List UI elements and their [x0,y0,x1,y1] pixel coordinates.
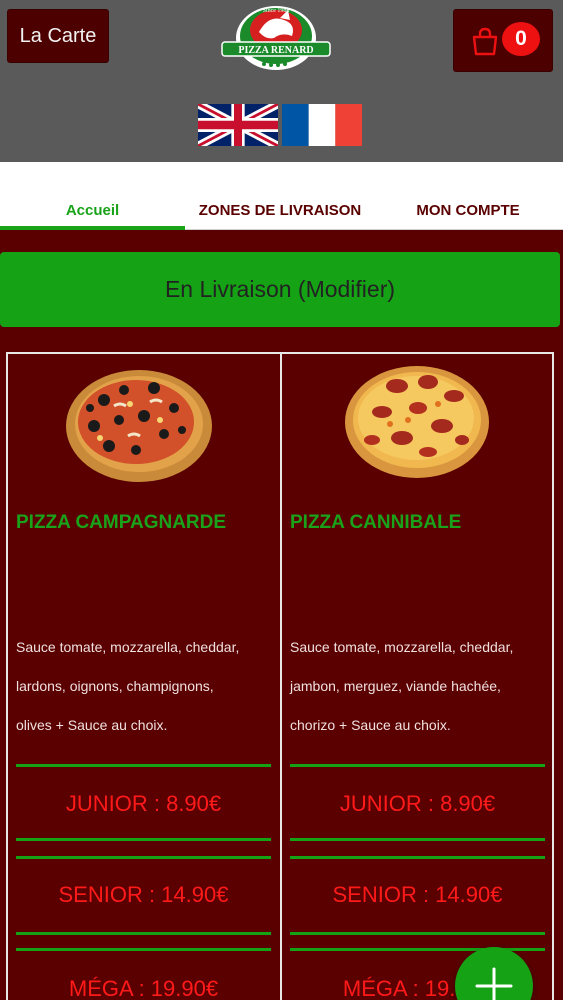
description-line: chorizo + Sauce au choix. [290,717,451,733]
price-senior[interactable]: SENIOR : 14.90€ [16,882,271,908]
price-separator [16,948,271,951]
description-line: Sauce tomate, mozzarella, cheddar, [290,639,514,655]
price-separator [290,764,545,767]
price-separator [16,838,271,841]
tab-mon-compte[interactable]: MON COMPTE [378,202,558,219]
description-line: olives + Sauce au choix. [16,717,168,733]
pizza-cannibale-image [345,366,489,478]
price-junior[interactable]: JUNIOR : 8.90€ [290,791,545,817]
product-name: PIZZA CANNIBALE [290,512,462,533]
shopping-bag-icon [472,27,498,56]
price-separator [16,856,271,859]
product-name: PIZZA CAMPAGNARDE [16,512,227,533]
price-separator [290,856,545,859]
price-separator [16,932,271,935]
main-content: En Livraison (Modifier) PIZZA CAMPAGNARD… [0,230,563,1000]
app-header: La Carte PIZZA RENARD Since 1988 0 [0,0,563,162]
delivery-mode-button[interactable]: En Livraison (Modifier) [0,252,560,327]
product-card[interactable]: PIZZA CANNIBALE Sauce tomate, mozzarella… [282,354,554,1000]
cart-button[interactable]: 0 [453,9,553,72]
product-description: Sauce tomate, mozzarella, cheddar, jambo… [290,628,550,745]
price-mega[interactable]: MÉGA : 19.90€ [16,976,271,1000]
logo-brand-text: PIZZA RENARD [238,45,313,56]
description-line: lardons, oignons, champignons, [16,678,214,694]
product-description: Sauce tomate, mozzarella, cheddar, lardo… [16,628,276,745]
pizza-campagnarde-image [66,370,212,482]
product-grid: PIZZA CAMPAGNARDE Sauce tomate, mozzarel… [6,352,554,1000]
price-separator [16,764,271,767]
cart-count-badge: 0 [502,22,540,56]
price-separator [290,838,545,841]
logo-since-text: Since 1988 [263,8,290,14]
france-flag-icon[interactable] [282,104,362,146]
pizza-renard-logo[interactable]: PIZZA RENARD Since 1988 [214,2,338,72]
menu-button[interactable]: La Carte [7,9,109,63]
price-separator [290,932,545,935]
add-fab-button[interactable] [455,947,533,1000]
price-senior[interactable]: SENIOR : 14.90€ [290,882,545,908]
product-card[interactable]: PIZZA CAMPAGNARDE Sauce tomate, mozzarel… [8,354,280,1000]
price-junior[interactable]: JUNIOR : 8.90€ [16,791,271,817]
tab-accueil[interactable]: Accueil [0,202,185,219]
description-line: jambon, merguez, viande hachée, [290,678,501,694]
description-line: Sauce tomate, mozzarella, cheddar, [16,639,240,655]
tab-zones-de-livraison[interactable]: ZONES DE LIVRAISON [186,202,374,219]
uk-flag-icon[interactable] [196,100,280,150]
nav-tabs: Accueil ZONES DE LIVRAISON MON COMPTE [0,162,563,230]
plus-icon [475,967,513,1000]
